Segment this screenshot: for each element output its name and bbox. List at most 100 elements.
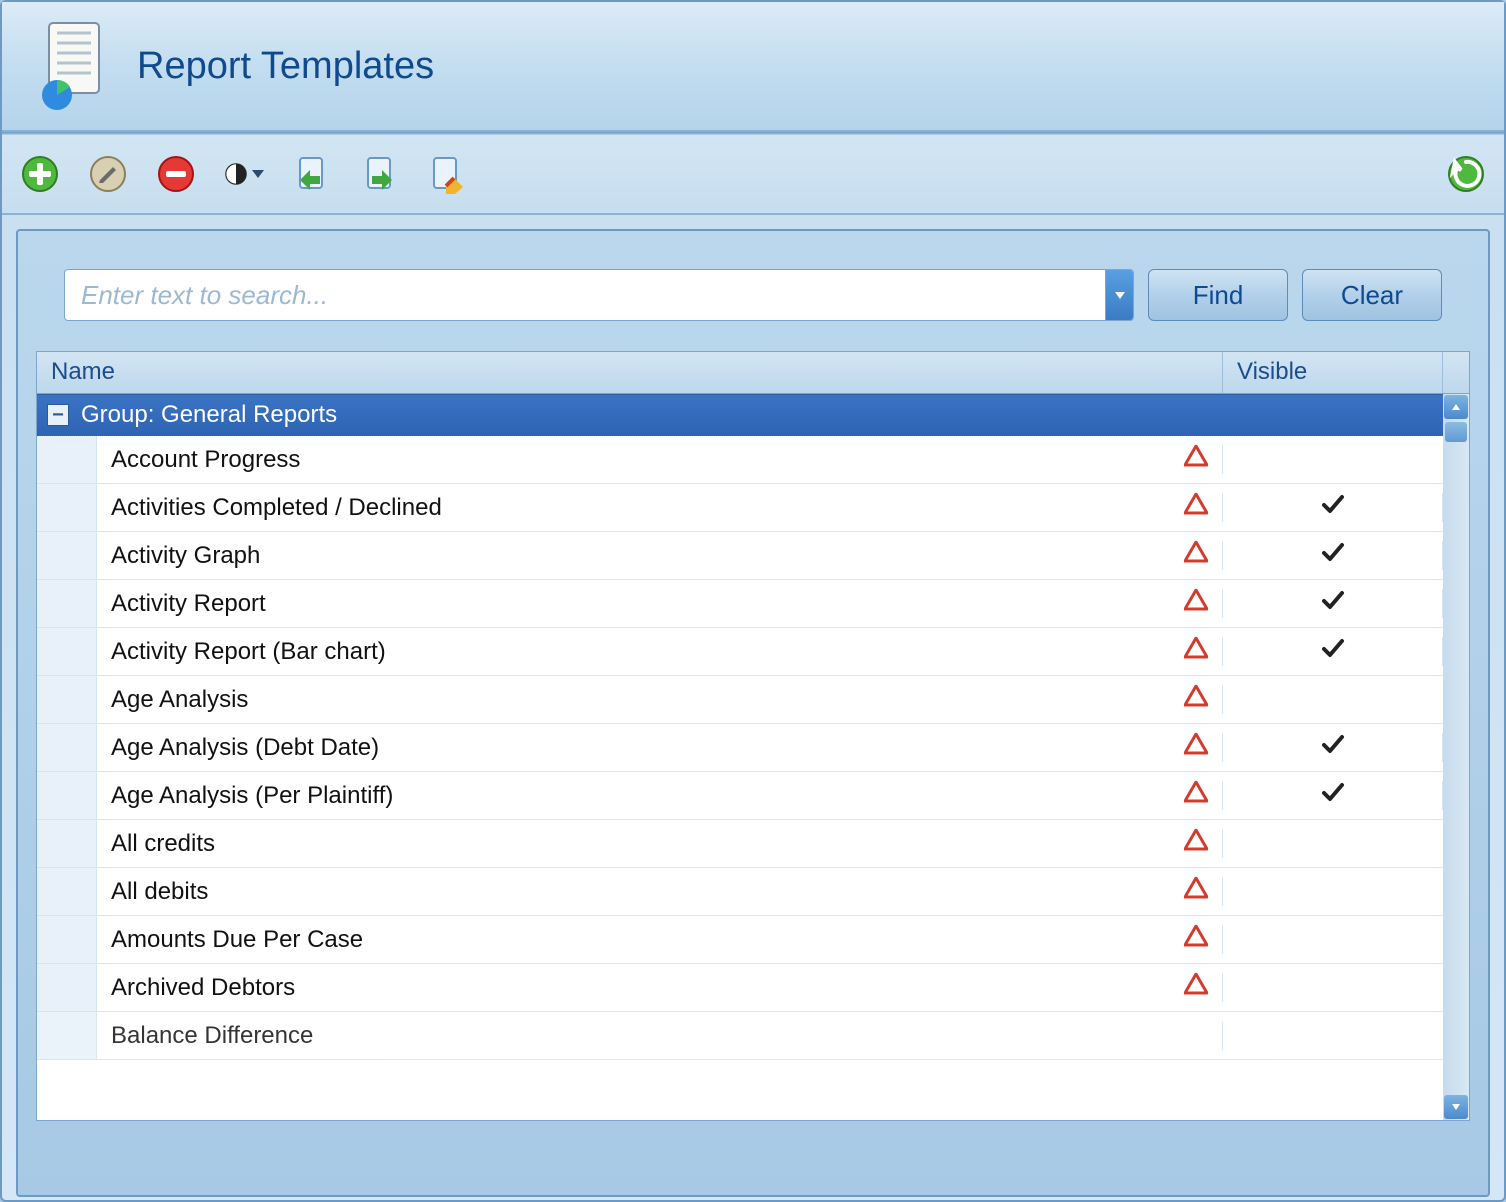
column-header-visible[interactable]: Visible <box>1223 352 1443 393</box>
row-indent <box>37 532 97 579</box>
row-name: Amounts Due Per Case <box>111 926 363 954</box>
table-row[interactable]: Age Analysis (Debt Date) <box>37 724 1443 772</box>
scrollbar[interactable] <box>1443 394 1469 1120</box>
checkmark-icon <box>1321 781 1345 810</box>
table-row[interactable]: All credits <box>37 820 1443 868</box>
titlebar: Report Templates <box>2 2 1504 132</box>
refresh-icon[interactable] <box>1446 154 1486 194</box>
warning-icon <box>1184 445 1208 474</box>
row-indent <box>37 964 97 1011</box>
row-indent <box>37 916 97 963</box>
cell-name: Age Analysis <box>97 685 1223 714</box>
row-name: All credits <box>111 830 215 858</box>
warning-icon <box>1184 781 1208 810</box>
add-icon[interactable] <box>20 154 60 194</box>
warning-icon <box>1184 829 1208 858</box>
clear-button[interactable]: Clear <box>1302 269 1442 321</box>
row-name: All debits <box>111 878 208 906</box>
row-name: Activity Report (Bar chart) <box>111 638 386 666</box>
table-row[interactable]: Age Analysis (Per Plaintiff) <box>37 772 1443 820</box>
window: Report Templates <box>0 0 1506 1202</box>
scroll-thumb[interactable] <box>1445 422 1467 442</box>
row-indent <box>37 820 97 867</box>
collapse-icon[interactable]: − <box>47 404 69 426</box>
warning-icon <box>1184 493 1208 522</box>
row-name: Activity Graph <box>111 542 260 570</box>
import-icon[interactable] <box>292 154 332 194</box>
page-title: Report Templates <box>137 45 434 88</box>
group-row[interactable]: −Group: General Reports <box>37 394 1443 436</box>
table-row[interactable]: Activity Report <box>37 580 1443 628</box>
visibility-toggle-icon[interactable] <box>224 154 264 194</box>
search-input[interactable] <box>65 270 1105 320</box>
export-icon[interactable] <box>360 154 400 194</box>
delete-icon[interactable] <box>156 154 196 194</box>
table-row[interactable]: Activities Completed / Declined <box>37 484 1443 532</box>
row-name: Age Analysis (Per Plaintiff) <box>111 782 393 810</box>
table-row[interactable]: Activity Graph <box>37 532 1443 580</box>
group-label: Group: General Reports <box>81 401 337 429</box>
edit-icon[interactable] <box>88 154 128 194</box>
checkmark-icon <box>1321 589 1345 618</box>
grid-header: Name Visible <box>37 352 1469 394</box>
table-row[interactable]: All debits <box>37 868 1443 916</box>
table-row[interactable]: Account Progress <box>37 436 1443 484</box>
grid-body: −Group: General Reports Account Progress A… <box>37 394 1469 1120</box>
cell-name: Balance Difference <box>97 1022 1223 1050</box>
cell-visible <box>1223 781 1443 810</box>
toolbar <box>2 135 1504 215</box>
cell-visible <box>1223 733 1443 762</box>
cell-name: Amounts Due Per Case <box>97 925 1223 954</box>
warning-icon <box>1184 877 1208 906</box>
search-input-wrap <box>64 269 1134 321</box>
warning-icon <box>1184 637 1208 666</box>
row-indent <box>37 484 97 531</box>
cell-name: Age Analysis (Debt Date) <box>97 733 1223 762</box>
scroll-up-icon[interactable] <box>1444 395 1468 419</box>
checkmark-icon <box>1321 637 1345 666</box>
search-bar: Find Clear <box>64 269 1442 321</box>
row-indent <box>37 772 97 819</box>
cell-name: Activities Completed / Declined <box>97 493 1223 522</box>
cell-name: Archived Debtors <box>97 973 1223 1002</box>
checkmark-icon <box>1321 493 1345 522</box>
warning-icon <box>1184 589 1208 618</box>
cell-name: Activity Report <box>97 589 1223 618</box>
row-indent <box>37 724 97 771</box>
table-row[interactable]: Age Analysis <box>37 676 1443 724</box>
row-indent <box>37 628 97 675</box>
warning-icon <box>1184 733 1208 762</box>
row-indent <box>37 580 97 627</box>
row-name: Account Progress <box>111 446 300 474</box>
warning-icon <box>1184 685 1208 714</box>
column-header-name[interactable]: Name <box>37 352 1223 393</box>
table-row[interactable]: Balance Difference <box>37 1012 1443 1060</box>
grid: Name Visible −Group: General Reports Acco… <box>36 351 1470 1121</box>
cell-visible <box>1223 541 1443 570</box>
search-dropdown-icon[interactable] <box>1105 270 1133 320</box>
cell-visible <box>1223 493 1443 522</box>
cell-visible <box>1223 637 1443 666</box>
row-name: Activity Report <box>111 590 266 618</box>
cell-name: All credits <box>97 829 1223 858</box>
checkmark-icon <box>1321 541 1345 570</box>
row-indent <box>37 868 97 915</box>
table-row[interactable]: Activity Report (Bar chart) <box>37 628 1443 676</box>
row-name: Balance Difference <box>111 1022 313 1050</box>
find-button[interactable]: Find <box>1148 269 1288 321</box>
cell-visible <box>1223 589 1443 618</box>
row-name: Age Analysis (Debt Date) <box>111 734 379 762</box>
warning-icon <box>1184 973 1208 1002</box>
report-templates-icon <box>37 21 112 111</box>
cell-name: All debits <box>97 877 1223 906</box>
table-row[interactable]: Amounts Due Per Case <box>37 916 1443 964</box>
cell-name: Age Analysis (Per Plaintiff) <box>97 781 1223 810</box>
table-row[interactable]: Archived Debtors <box>37 964 1443 1012</box>
warning-icon <box>1184 541 1208 570</box>
row-indent <box>37 1012 97 1059</box>
cell-name: Account Progress <box>97 445 1223 474</box>
row-name: Activities Completed / Declined <box>111 494 442 522</box>
apply-icon[interactable] <box>428 154 468 194</box>
row-name: Age Analysis <box>111 686 248 714</box>
scroll-down-icon[interactable] <box>1444 1095 1468 1119</box>
